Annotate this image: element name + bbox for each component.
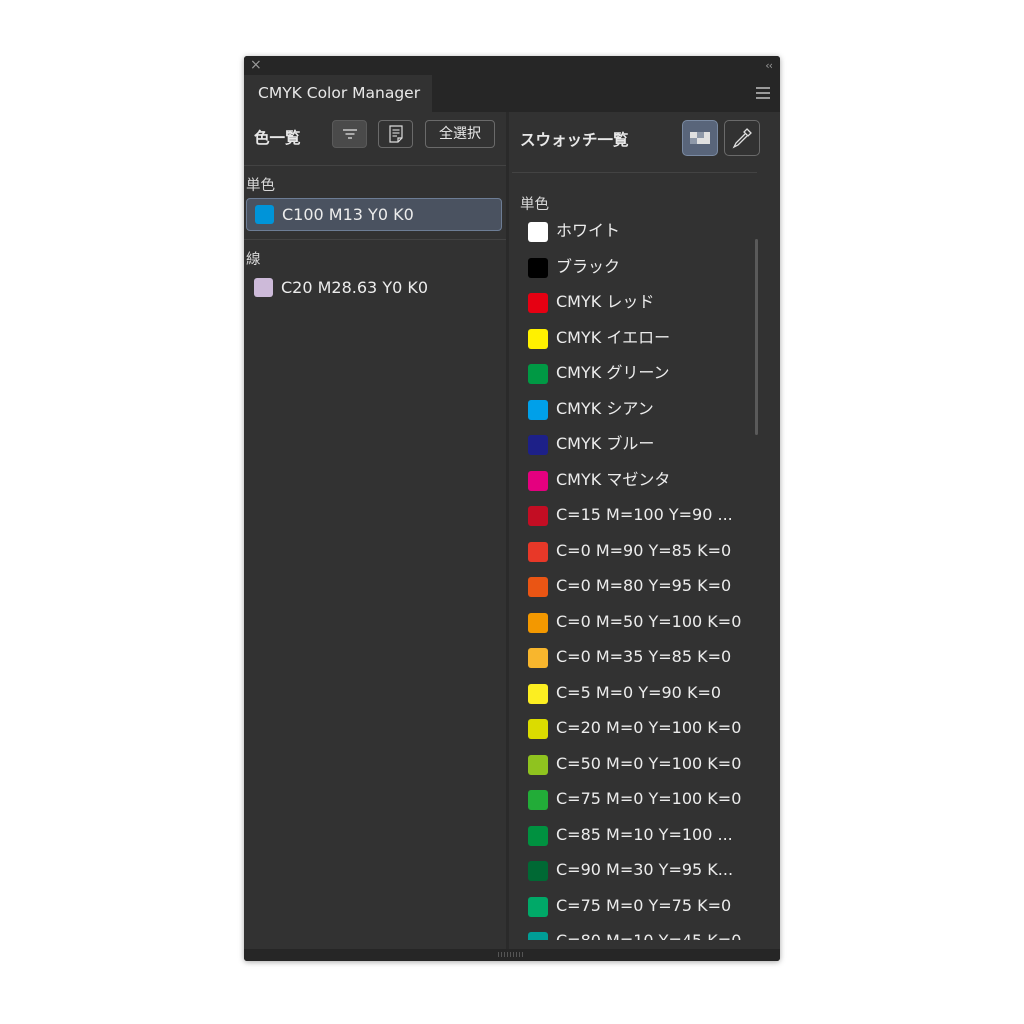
select-all-button[interactable]: 全選択 <box>425 120 495 148</box>
swatch-item[interactable]: CMYK イエロー <box>509 322 759 358</box>
swatch-item[interactable]: C=85 M=10 Y=100 ... <box>509 819 759 855</box>
memo-button[interactable] <box>378 120 413 148</box>
eyedropper-icon <box>732 128 752 149</box>
divider <box>244 239 506 240</box>
swatch-item[interactable]: C=50 M=0 Y=100 K=0 <box>509 748 759 784</box>
swatch-chip <box>528 612 548 633</box>
swatch-label: CMYK レッド <box>556 292 655 311</box>
panel-bottom-bar <box>244 949 780 961</box>
tab-cmyk-color-manager[interactable]: CMYK Color Manager <box>244 75 432 112</box>
swatch-item[interactable]: C=20 M=0 Y=100 K=0 <box>509 712 759 748</box>
resize-grip-icon[interactable] <box>498 952 524 957</box>
swatch-chip <box>528 541 548 562</box>
color-item[interactable]: C20 M28.63 Y0 K0 <box>246 272 502 305</box>
section-label-solid: 単色 <box>520 197 549 213</box>
swatch-label: CMYK イエロー <box>556 327 671 347</box>
swatch-chip <box>528 257 548 278</box>
swatch-item[interactable]: CMYK ブルー <box>509 428 759 464</box>
swatch-list-title: スウォッチ一覧 <box>520 131 629 149</box>
color-list-pane: 色一覧 全選択 単色 C100 M13 Y0 K0 線 C20 M28.63 Y… <box>244 112 506 949</box>
swatch-label: C=90 M=30 Y=95 K... <box>556 860 734 879</box>
swatch-chip <box>528 825 548 846</box>
collapse-panel-icon[interactable]: ‹‹ <box>765 57 773 74</box>
swatch-label: C=5 M=0 Y=90 K=0 <box>556 682 722 702</box>
swatch-item[interactable]: C=0 M=35 Y=85 K=0 <box>509 641 759 677</box>
swatch-label: CMYK シアン <box>556 398 654 418</box>
swatch-item[interactable]: C=5 M=0 Y=90 K=0 <box>509 677 759 713</box>
swatch-chip <box>528 861 548 881</box>
swatch-chip <box>528 577 548 597</box>
filter-button[interactable] <box>332 120 367 148</box>
swatch-label: C=0 M=35 Y=85 K=0 <box>556 647 732 666</box>
section-label-solid: 単色 <box>246 178 275 194</box>
swatch-item[interactable]: CMYK シアン <box>509 393 759 429</box>
divider <box>512 172 757 173</box>
swatch-chip <box>528 754 548 775</box>
swatch-item[interactable]: CMYK マゼンタ <box>509 464 759 500</box>
swatch-item[interactable]: ホワイト <box>509 215 759 251</box>
panel-menu-icon[interactable] <box>756 87 770 99</box>
color-list-title: 色一覧 <box>254 129 301 147</box>
swatch-chip <box>528 470 548 491</box>
swatch-label: CMYK ブルー <box>556 434 655 453</box>
color-item-label: C20 M28.63 Y0 K0 <box>281 278 429 297</box>
swatch-chip <box>528 222 548 242</box>
swatch-item[interactable]: C=75 M=0 Y=75 K=0 <box>509 890 759 926</box>
close-icon[interactable]: × <box>250 57 262 74</box>
section-label-stroke: 線 <box>246 252 261 268</box>
filter-icon <box>342 129 357 139</box>
swatch-view-toggle-button[interactable] <box>682 120 718 156</box>
swatch-label: C=15 M=100 Y=90 ... <box>556 505 733 524</box>
document-icon <box>388 125 403 143</box>
swatch-item[interactable]: C=0 M=50 Y=100 K=0 <box>509 606 759 642</box>
color-item[interactable]: C100 M13 Y0 K0 <box>246 198 502 231</box>
swatch-chip <box>528 719 548 739</box>
divider <box>244 165 506 166</box>
swatch-label: C=85 M=10 Y=100 ... <box>556 824 733 844</box>
eyedropper-button[interactable] <box>724 120 760 156</box>
swatch-item[interactable]: ブラック <box>509 251 759 287</box>
swatch-chip <box>528 932 548 940</box>
color-item-label: C100 M13 Y0 K0 <box>282 205 414 224</box>
tab-bar: CMYK Color Manager <box>244 75 780 112</box>
swatch-list: ホワイトブラック CMYK レッド CMYK イエロー CMYK グリーン CMYK シ… <box>509 215 759 940</box>
swatch-chip <box>528 790 548 810</box>
swatch-chip <box>528 896 548 917</box>
swatch-chip <box>528 683 548 704</box>
swatch-label: C=0 M=80 Y=95 K=0 <box>556 576 732 595</box>
swatch-list-pane: スウォッチ一覧 単色 ホワイトブラック CMYK レッド CMYK イエロー CMYK… <box>509 112 780 949</box>
swatch-item[interactable]: C=0 M=80 Y=95 K=0 <box>509 570 759 606</box>
swatch-item[interactable]: C=90 M=30 Y=95 K... <box>509 854 759 890</box>
scrollbar[interactable] <box>755 239 758 435</box>
swatch-label: C=75 M=0 Y=75 K=0 <box>556 895 732 915</box>
grid-view-icon <box>690 132 710 144</box>
color-chip <box>255 205 274 224</box>
swatch-label: C=75 M=0 Y=100 K=0 <box>556 789 742 808</box>
swatch-chip <box>528 328 548 349</box>
swatch-chip <box>528 399 548 420</box>
swatch-label: C=80 M=10 Y=45 K=0 <box>556 931 741 940</box>
swatch-item[interactable]: CMYK グリーン <box>509 357 759 393</box>
color-chip <box>254 278 273 297</box>
swatch-label: CMYK マゼンタ <box>556 469 671 489</box>
swatch-item[interactable]: C=75 M=0 Y=100 K=0 <box>509 783 759 819</box>
swatch-item[interactable]: C=15 M=100 Y=90 ... <box>509 499 759 535</box>
swatch-label: C=0 M=90 Y=85 K=0 <box>556 540 732 560</box>
panel-title-strip: × ‹‹ <box>244 56 780 75</box>
swatch-label: C=50 M=0 Y=100 K=0 <box>556 753 742 773</box>
swatch-chip <box>528 506 548 526</box>
swatch-item[interactable]: C=80 M=10 Y=45 K=0 <box>509 925 759 940</box>
swatch-item[interactable]: CMYK レッド <box>509 286 759 322</box>
swatch-label: ブラック <box>556 256 621 276</box>
swatch-label: CMYK グリーン <box>556 363 670 382</box>
swatch-chip <box>528 648 548 668</box>
swatch-label: ホワイト <box>556 221 621 240</box>
cmyk-color-manager-panel: × ‹‹ CMYK Color Manager 色一覧 全選択 単色 C100 … <box>244 56 780 961</box>
swatch-label: C=0 M=50 Y=100 K=0 <box>556 611 742 631</box>
swatch-chip <box>528 364 548 384</box>
swatch-label: C=20 M=0 Y=100 K=0 <box>556 718 742 737</box>
swatch-item[interactable]: C=0 M=90 Y=85 K=0 <box>509 535 759 571</box>
swatch-chip <box>528 435 548 455</box>
swatch-chip <box>528 293 548 313</box>
